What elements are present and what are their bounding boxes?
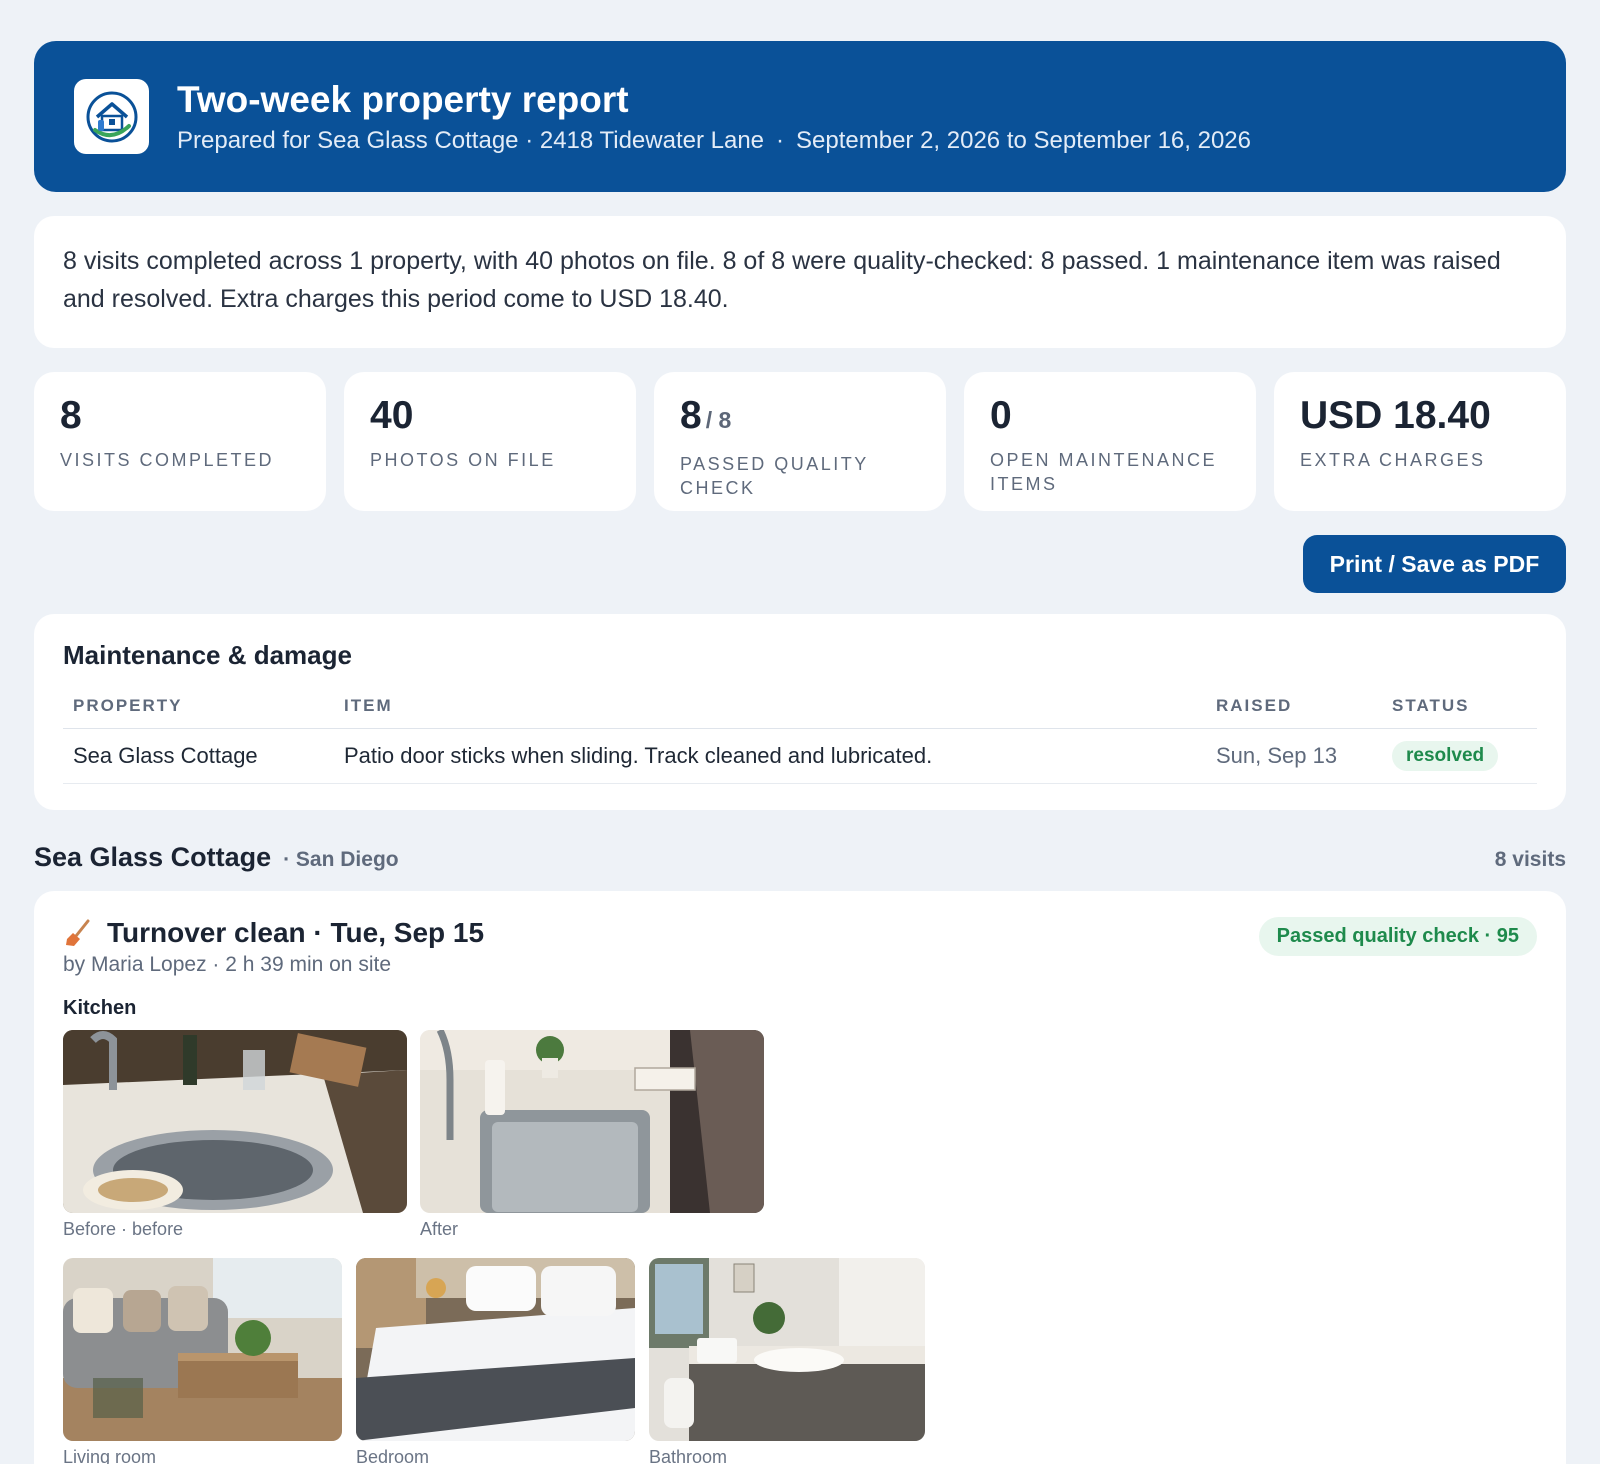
stat-label: Visits completed — [60, 450, 275, 470]
maintenance-title: Maintenance & damage — [63, 640, 352, 670]
page-title: Two-week property report — [177, 79, 629, 120]
actions-row: Print / Save as PDF — [34, 535, 1566, 593]
summary-text: 8 visits completed across 1 property, wi… — [63, 247, 1501, 313]
header-separator: · — [776, 127, 785, 154]
living-room-photo[interactable] — [63, 1258, 342, 1441]
report-period: September 2, 2026 to September 16, 2026 — [796, 127, 1251, 154]
header-subtitle: Prepared for Sea Glass Cottage · 2418 Ti… — [177, 127, 1251, 155]
visit-title-row: Turnover clean · Tue, Sep 15 — [63, 917, 484, 949]
stat-value: 40 — [370, 394, 414, 437]
quality-check-badge: Passed quality check · 95 — [1258, 917, 1537, 956]
column-header-item: ITEM — [334, 688, 1206, 729]
table-row: Sea Glass Cottage Patio door sticks when… — [63, 728, 1537, 784]
visit-info: Turnover clean · Tue, Sep 15 by Maria Lo… — [63, 917, 484, 977]
photo-before[interactable]: Before · before — [63, 1030, 407, 1240]
stat-value-group: 8/ 8 — [680, 394, 920, 442]
room-photos: Living room Bedroom Bathroom — [63, 1258, 1537, 1464]
property-city: · San Diego — [283, 848, 399, 871]
stat-label: Open maintenance items — [990, 450, 1218, 494]
stat-label: Passed quality check — [680, 454, 869, 498]
stat-value: 0 — [990, 394, 1012, 437]
stats-row: 8 Visits completed 40 Photos on file 8/ … — [34, 372, 1566, 511]
report-page: Two-week property report Prepared for Se… — [34, 41, 1566, 1464]
broom-icon — [66, 919, 90, 946]
row-item: Patio door sticks when sliding. Track cl… — [334, 728, 1206, 784]
row-property: Sea Glass Cottage — [63, 728, 334, 784]
column-header-raised: RAISED — [1206, 688, 1382, 729]
stat-value: 8 — [680, 394, 702, 437]
bathroom-photo[interactable] — [649, 1258, 925, 1441]
visit-cleaner: by Maria Lopez · 2 h 39 min on site — [63, 953, 392, 976]
photo-caption: Bathroom — [649, 1447, 728, 1464]
photo-bathroom[interactable]: Bathroom — [649, 1258, 925, 1464]
photo-caption: After — [420, 1219, 459, 1239]
maintenance-table: PROPERTY ITEM RAISED STATUS Sea Glass Co… — [63, 688, 1537, 784]
report-header: Two-week property report Prepared for Se… — [34, 41, 1566, 192]
row-raised: Sun, Sep 13 — [1206, 728, 1382, 784]
photo-caption: Living room — [63, 1447, 157, 1464]
house-cleaning-logo-icon — [74, 79, 149, 154]
property-title-group: Sea Glass Cottage · San Diego — [34, 842, 399, 873]
stat-value-total: / 8 — [705, 407, 732, 433]
stat-open-maintenance: 0 Open maintenance items — [964, 372, 1256, 511]
status-badge: resolved — [1392, 741, 1499, 771]
column-header-status: STATUS — [1382, 688, 1537, 729]
visit-title: Turnover clean · Tue, Sep 15 — [107, 917, 485, 948]
prepared-for-text: Prepared for Sea Glass Cottage · 2418 Ti… — [177, 127, 765, 154]
maintenance-card: Maintenance & damage PROPERTY ITEM RAISE… — [34, 614, 1566, 810]
summary-card: 8 visits completed across 1 property, wi… — [34, 216, 1566, 348]
photo-living-room[interactable]: Living room — [63, 1258, 342, 1464]
kitchen-photos: Before · before After — [63, 1030, 1537, 1240]
property-heading: Sea Glass Cottage · San Diego 8 visits — [34, 842, 1566, 873]
stat-visits-completed: 8 Visits completed — [34, 372, 326, 511]
photo-caption: Bedroom — [356, 1447, 430, 1464]
photo-after[interactable]: After — [420, 1030, 764, 1240]
bedroom-photo[interactable] — [356, 1258, 635, 1441]
kitchen-after-photo[interactable] — [420, 1030, 764, 1213]
photo-caption: Before · before — [63, 1219, 184, 1239]
kitchen-before-photo[interactable] — [63, 1030, 407, 1213]
photo-bedroom[interactable]: Bedroom — [356, 1258, 635, 1464]
property-visit-count: 8 visits — [1494, 848, 1566, 871]
stat-value: USD 18.40 — [1300, 394, 1491, 437]
stat-passed-quality-check: 8/ 8 Passed quality check — [654, 372, 946, 511]
stat-value: 8 — [60, 394, 82, 437]
row-status-cell: resolved — [1382, 728, 1537, 784]
visit-card: Turnover clean · Tue, Sep 15 by Maria Lo… — [34, 891, 1566, 1464]
room-label-kitchen: Kitchen — [63, 997, 137, 1019]
stat-photos-on-file: 40 Photos on file — [344, 372, 636, 511]
column-header-property: PROPERTY — [63, 688, 334, 729]
print-save-pdf-button[interactable]: Print / Save as PDF — [1303, 535, 1566, 593]
property-name: Sea Glass Cottage — [34, 842, 272, 872]
table-header-row: PROPERTY ITEM RAISED STATUS — [63, 688, 1537, 729]
stat-label: Extra charges — [1300, 450, 1486, 470]
stat-extra-charges: USD 18.40 Extra charges — [1274, 372, 1566, 511]
visit-header: Turnover clean · Tue, Sep 15 by Maria Lo… — [63, 917, 1537, 977]
stat-label: Photos on file — [370, 450, 556, 470]
